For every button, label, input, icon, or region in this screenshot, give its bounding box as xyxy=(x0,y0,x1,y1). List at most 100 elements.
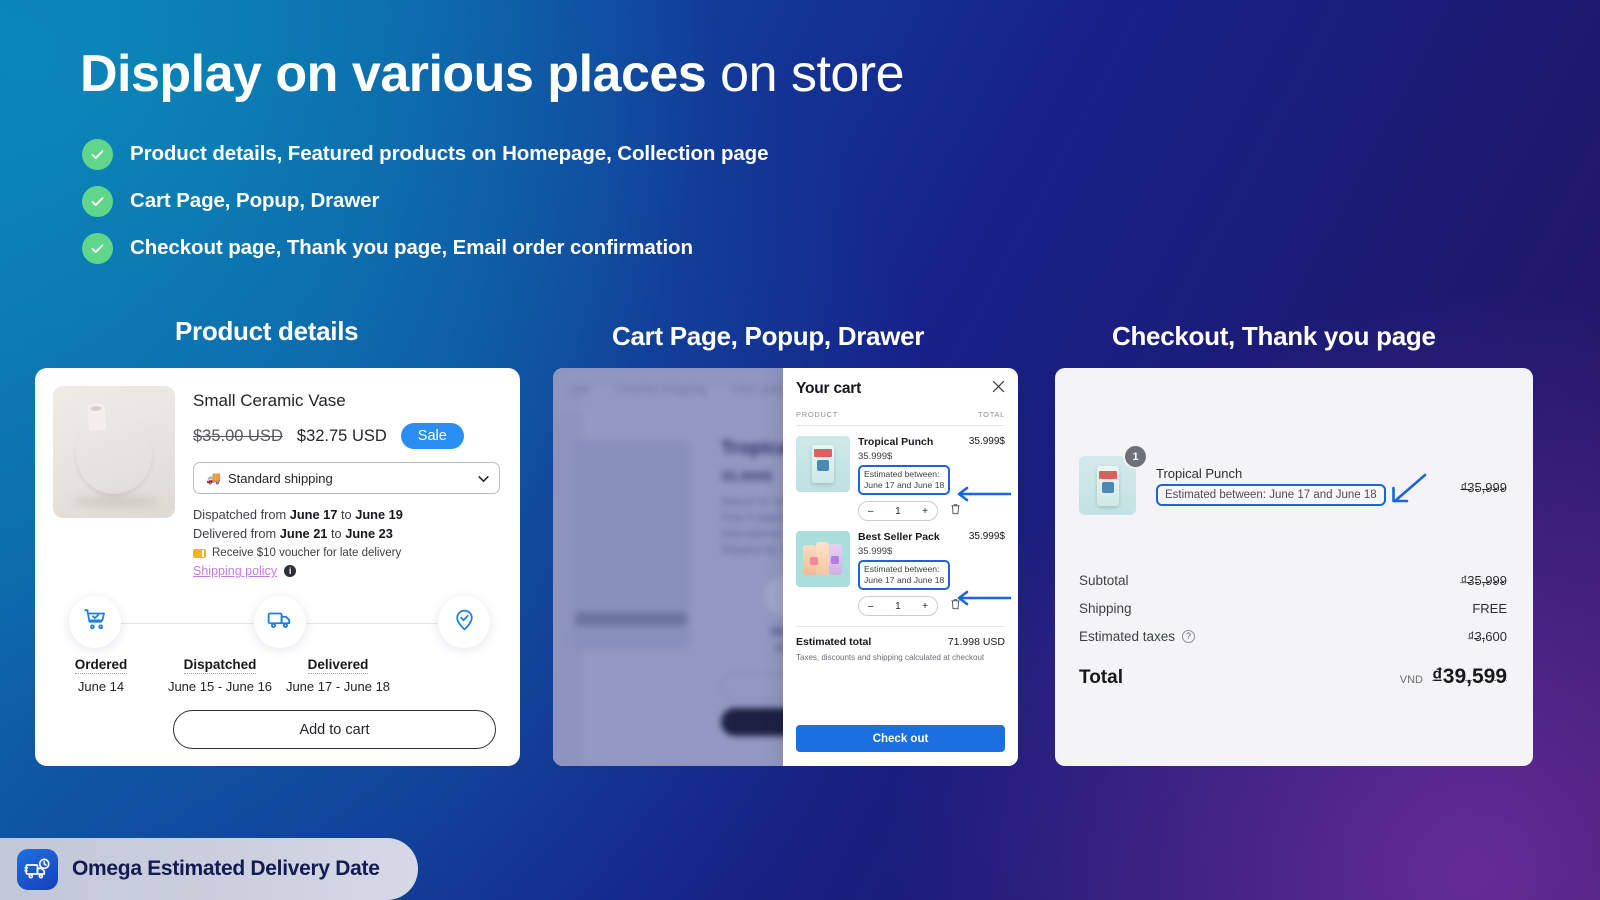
timeline-labels: Ordered June 14 Dispatched June 15 - Jun… xyxy=(41,656,516,694)
price-original: $35.00 USD xyxy=(193,426,283,445)
timeline-label-delivered: Delivered June 17 - June 18 xyxy=(279,656,397,694)
estimated-total-label: Estimated total xyxy=(796,636,872,648)
summary-row-total: Total VND ₫39,599 xyxy=(1079,665,1507,689)
summary-row-shipping: Shipping FREE xyxy=(1079,594,1507,622)
total-currency: VND xyxy=(1399,674,1423,686)
page-title-rest: on store xyxy=(706,45,905,103)
timeline-label-dispatched: Dispatched June 15 - June 16 xyxy=(161,656,279,694)
blurred-nav-item: Country shipping xyxy=(615,382,706,396)
check-circle-icon xyxy=(82,185,113,217)
checkout-item-image xyxy=(1079,456,1136,515)
cart-column-total: TOTAL xyxy=(978,410,1005,419)
cart-item-estimated-delivery: Estimated between: June 17 and June 18 xyxy=(858,560,951,590)
list-item-label: Checkout page, Thank you page, Email ord… xyxy=(130,236,693,259)
checkout-item-price: ₫35,999 xyxy=(1461,480,1507,495)
ticket-icon xyxy=(193,548,206,558)
cart-check-icon xyxy=(83,607,108,637)
list-item: Product details, Featured products on Ho… xyxy=(82,136,769,172)
blurred-nav-item: User guide xyxy=(731,382,790,396)
cart-note: Taxes, discounts and shipping calculated… xyxy=(796,653,985,662)
checkout-thankyou-card: 1 Tropical Punch Estimated between: June… xyxy=(1055,368,1533,766)
summary-label: Estimated taxes ? xyxy=(1079,628,1196,644)
cart-item-image xyxy=(796,531,850,587)
cart-line-item: Tropical Punch 35.999$ Estimated between… xyxy=(796,426,1005,495)
checkout-item-name: Tropical Punch xyxy=(1156,465,1243,481)
cart-line-item: Best Seller Pack 35.999$ Estimated betwe… xyxy=(796,521,1005,590)
summary-label: Shipping xyxy=(1079,600,1132,616)
product-image xyxy=(53,386,175,518)
voucher-label: Receive $10 voucher for late delivery xyxy=(212,547,402,559)
cart-item-name: Tropical Punch xyxy=(858,436,934,448)
quantity-value: 1 xyxy=(895,505,901,517)
quantity-value: 1 xyxy=(895,600,901,612)
shipping-method-value: Standard shipping xyxy=(227,470,333,486)
check-circle-icon xyxy=(82,138,113,170)
cart-item-name: Best Seller Pack xyxy=(858,531,940,543)
cart-item-unit-price: 35.999$ xyxy=(858,546,893,557)
estimated-dates: June 17 and June 18 xyxy=(864,575,945,585)
truck-icon: 🚚 xyxy=(206,471,221,485)
timeline-step-date: June 17 - June 18 xyxy=(285,679,391,694)
page-title: Display on various places on store xyxy=(80,44,905,104)
dispatched-to-date: June 19 xyxy=(355,507,403,522)
product-name: Small Ceramic Vase xyxy=(193,391,346,410)
dispatched-from-date: June 17 xyxy=(289,507,338,522)
checkout-item-estimated-delivery: Estimated between: June 17 and June 18 xyxy=(1156,483,1386,506)
check-out-button[interactable]: Check out xyxy=(796,725,1005,752)
checkout-item-price-value: ₫35,999 xyxy=(1460,480,1507,495)
annotation-arrow-icon xyxy=(1385,471,1429,516)
dispatched-mid: to xyxy=(337,507,356,522)
increase-quantity-button[interactable]: + xyxy=(922,601,928,612)
summary-value: ₫35,999 xyxy=(1460,572,1507,588)
timeline-step-name: Delivered xyxy=(307,657,369,674)
price-row: $35.00 USD $32.75 USD Sale xyxy=(193,423,500,449)
total-value: ₫39,599 xyxy=(1431,665,1507,688)
list-item-label: Cart Page, Popup, Drawer xyxy=(130,189,380,212)
timeline-label-ordered: Ordered June 14 xyxy=(41,656,161,694)
timeline-node-ordered xyxy=(69,596,121,648)
blurred-nav-item: ...ate xyxy=(563,382,590,396)
voucher-line: Receive $10 voucher for late delivery xyxy=(193,547,500,559)
delivered-prefix: Delivered from xyxy=(193,526,280,541)
shipping-policy-link[interactable]: Shipping policy xyxy=(193,564,277,578)
quantity-badge: 1 xyxy=(1125,446,1146,467)
decrease-quantity-button[interactable]: – xyxy=(868,601,874,612)
decrease-quantity-button[interactable]: – xyxy=(868,506,874,517)
list-item: Cart Page, Popup, Drawer xyxy=(82,183,768,219)
help-icon[interactable]: ? xyxy=(1182,629,1196,643)
check-circle-icon xyxy=(82,232,113,264)
quantity-stepper[interactable]: – 1 + xyxy=(858,596,938,616)
annotation-arrow-icon xyxy=(955,486,1012,507)
dispatched-prefix: Dispatched from xyxy=(193,507,290,522)
app-brand-pill: Omega Estimated Delivery Date xyxy=(0,838,418,900)
add-to-cart-button[interactable]: Add to cart xyxy=(173,710,496,749)
column-title-checkout: Checkout, Thank you page xyxy=(1112,321,1436,351)
delivered-from-date: June 21 xyxy=(279,526,328,541)
blurred-product-price: 35.999$ xyxy=(721,468,772,484)
cart-page-card: ...ate Country shipping User guide Chang… xyxy=(553,368,1018,766)
shipping-policy-row: Shipping policy i xyxy=(193,564,500,578)
summary-value: FREE xyxy=(1472,600,1507,616)
feature-list: Product details, Featured products on Ho… xyxy=(82,136,769,277)
cart-item-unit-price: 35.999$ xyxy=(858,451,893,462)
shipping-method-select[interactable]: 🚚 Standard shipping xyxy=(193,462,500,494)
estimated-label: Estimated between: xyxy=(864,469,940,479)
timeline-step-name: Ordered xyxy=(74,657,128,674)
summary-label: Subtotal xyxy=(1079,572,1129,588)
delivered-mid: to xyxy=(327,526,346,541)
summary-label-text: Estimated taxes xyxy=(1079,628,1176,644)
info-icon[interactable]: i xyxy=(284,565,297,577)
close-icon[interactable] xyxy=(992,380,1005,398)
delivered-to-date: June 23 xyxy=(345,526,393,541)
total-label: Total xyxy=(1079,667,1123,688)
price-sale: $32.75 USD xyxy=(296,426,387,445)
column-title-cart-page: Cart Page, Popup, Drawer xyxy=(612,321,925,351)
delivery-timeline xyxy=(69,596,490,652)
page-title-bold: Display on various places xyxy=(80,45,707,103)
list-item: Checkout page, Thank you page, Email ord… xyxy=(82,230,768,266)
quantity-stepper[interactable]: – 1 + xyxy=(858,501,938,521)
column-title-product-details: Product details xyxy=(175,316,359,346)
estimated-total-value: 71.998 USD xyxy=(947,636,1005,648)
annotation-arrow-icon xyxy=(955,590,1012,611)
increase-quantity-button[interactable]: + xyxy=(922,506,928,517)
